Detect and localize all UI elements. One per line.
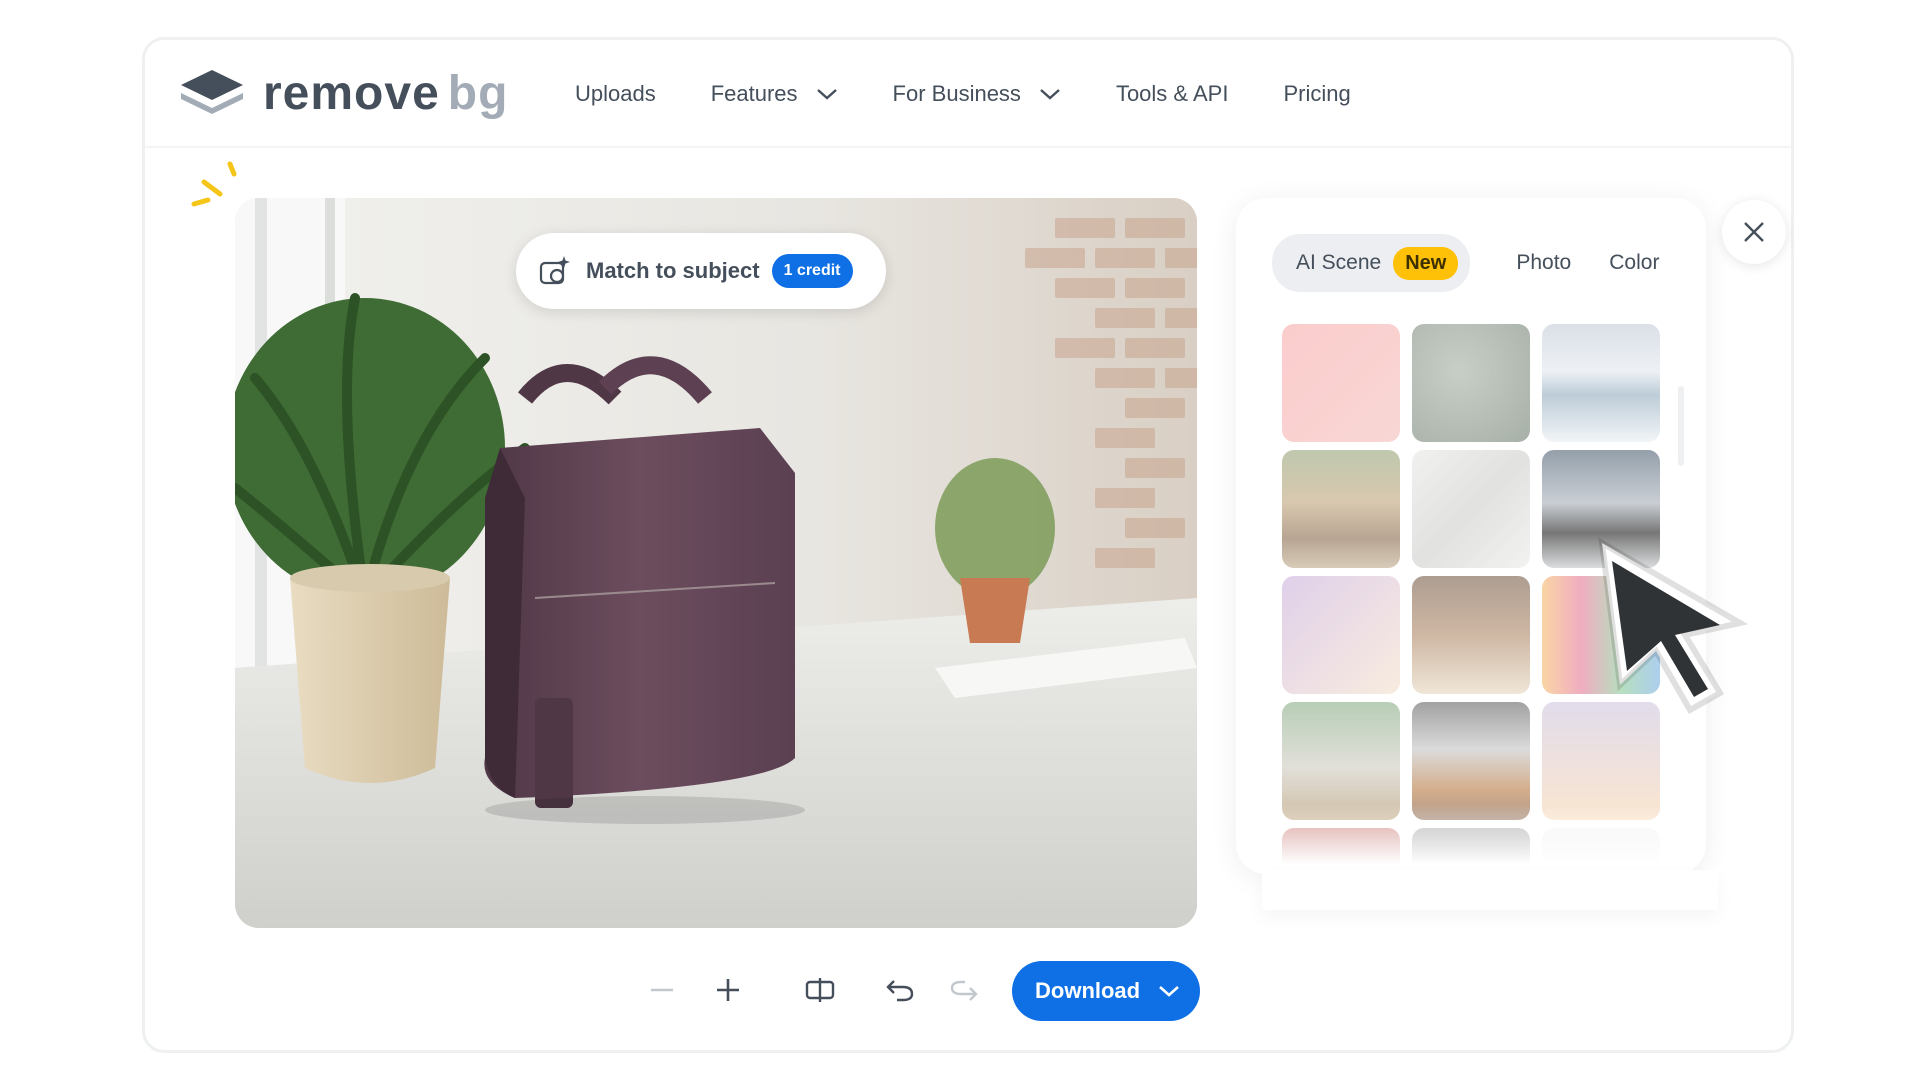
download-label: Download: [1035, 978, 1141, 1003]
nav-item-uploads[interactable]: Uploads: [575, 81, 656, 107]
panel-shadow-base: [1262, 870, 1718, 910]
thumbnail-pink-gradient[interactable]: [1282, 324, 1400, 442]
tab-color[interactable]: Color: [1609, 251, 1659, 275]
grid-fade: [1282, 804, 1674, 864]
thumbnail-lavender-gradient[interactable]: [1282, 576, 1400, 694]
sparkle-camera-icon: [539, 256, 570, 285]
chevron-down-icon: [1040, 89, 1060, 100]
top-navbar: remove bg Uploads Features For Business T…: [145, 40, 1791, 148]
thumbnail-white-silk[interactable]: [1412, 450, 1530, 568]
logo-layers-icon: [181, 70, 243, 114]
undo-icon: [886, 980, 914, 1002]
logo-word-bg: bg: [447, 67, 509, 120]
compare-icon: [805, 978, 835, 1002]
thumbnail-scrollbar[interactable]: [1678, 386, 1684, 466]
zoom-out-icon: [651, 988, 673, 992]
close-icon: [1744, 222, 1764, 242]
zoom-in-button[interactable]: [706, 968, 750, 1012]
thumbnail-shoes-wooden[interactable]: [1412, 702, 1530, 820]
nav-item-pricing[interactable]: Pricing: [1283, 81, 1350, 107]
chevron-down-icon: [816, 89, 837, 100]
logo-word-remove: remove: [263, 67, 440, 120]
redo-button[interactable]: [942, 968, 986, 1012]
nav-label: For Business: [892, 81, 1021, 106]
tab-photo[interactable]: Photo: [1516, 251, 1571, 275]
new-badge: New: [1393, 246, 1459, 280]
editor-toolbar: [640, 960, 986, 1020]
thumbnail-wooden-cabin[interactable]: [1282, 450, 1400, 568]
main-nav: Uploads Features For Business Tools & AP…: [575, 40, 1406, 148]
tab-label: Photo: [1516, 251, 1572, 274]
zoom-in-icon: [717, 979, 739, 1001]
thumbnail-cafe-croissant[interactable]: [1412, 576, 1530, 694]
nav-item-features[interactable]: Features: [711, 81, 838, 107]
match-to-subject-label: Match to subject: [586, 258, 760, 283]
chevron-down-icon: [1159, 986, 1179, 997]
nav-label: Pricing: [1283, 81, 1351, 106]
tab-ai-scene[interactable]: AI Scene New: [1272, 234, 1471, 292]
nav-label: Tools & API: [1115, 81, 1229, 106]
tab-label: AI Scene: [1296, 251, 1382, 274]
download-button[interactable]: Download: [1012, 961, 1200, 1021]
logo-wordmark: remove bg: [263, 70, 508, 118]
logo[interactable]: remove bg: [177, 62, 508, 126]
nav-item-tools-api[interactable]: Tools & API: [1116, 81, 1229, 107]
nav-label: Features: [710, 81, 798, 106]
tab-label: Color: [1609, 251, 1660, 274]
credit-badge: 1 credit: [771, 254, 853, 288]
zoom-out-button[interactable]: [640, 968, 684, 1012]
nav-item-for-business[interactable]: For Business: [893, 81, 1061, 107]
thumbnail-rain-glass[interactable]: [1412, 324, 1530, 442]
match-to-subject-button[interactable]: Match to subject 1 credit: [516, 233, 886, 309]
nav-label: Uploads: [575, 81, 656, 106]
thumbnail-plant-tea[interactable]: [1282, 702, 1400, 820]
compare-button[interactable]: [798, 968, 842, 1012]
close-panel-button[interactable]: [1722, 200, 1786, 264]
redo-icon: [950, 980, 978, 1001]
undo-button[interactable]: [878, 968, 922, 1012]
mouse-pointer-icon: [1598, 537, 1749, 715]
thumbnail-icy-landscape[interactable]: [1542, 324, 1660, 442]
background-tabs: AI Scene New Photo Color: [1272, 234, 1659, 292]
